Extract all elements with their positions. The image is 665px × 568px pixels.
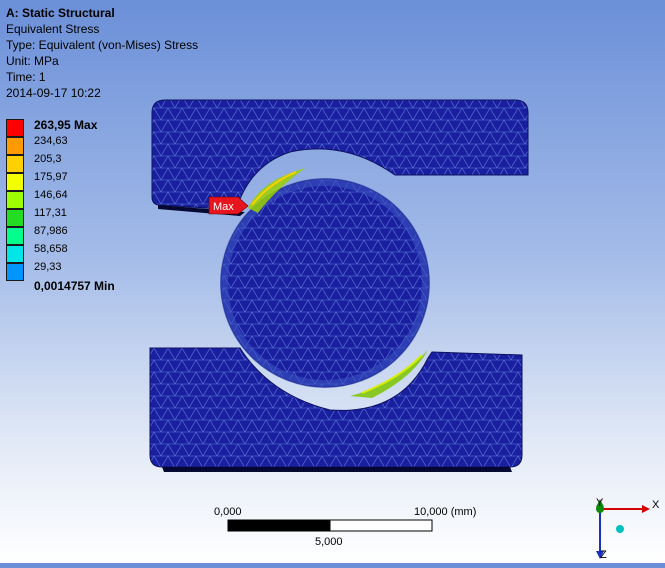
scale-left-label: 0,000 <box>214 506 242 518</box>
axis-x-label: X <box>652 499 660 511</box>
graphics-viewport[interactable]: A: Static Structural Equivalent Stress T… <box>0 0 665 563</box>
axis-z-label: Z <box>600 549 607 561</box>
scale-bar <box>227 519 433 532</box>
scale-middle-label: 5,000 <box>315 536 343 548</box>
scale-right-label: 10,000 (mm) <box>414 506 477 518</box>
axis-y-label: Y <box>596 497 604 509</box>
axis-triad[interactable] <box>580 495 660 563</box>
